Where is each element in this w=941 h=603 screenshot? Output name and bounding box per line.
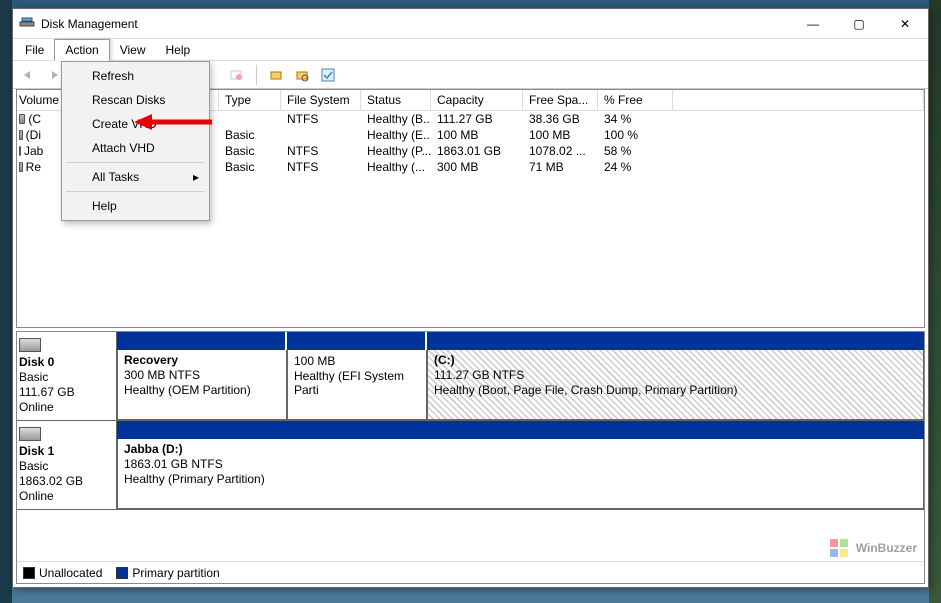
col-free[interactable]: Free Spa... bbox=[523, 90, 598, 111]
app-icon bbox=[19, 16, 35, 32]
disk-bar bbox=[117, 421, 924, 439]
disk-info[interactable]: Disk 0 Basic 111.67 GB Online bbox=[17, 332, 117, 420]
menu-attach-vhd[interactable]: Attach VHD bbox=[64, 136, 207, 160]
window-title: Disk Management bbox=[41, 17, 790, 31]
menu-rescan-disks[interactable]: Rescan Disks bbox=[64, 88, 207, 112]
drive-icon bbox=[19, 146, 21, 156]
menu-help[interactable]: Help bbox=[156, 39, 201, 60]
col-type[interactable]: Type bbox=[219, 90, 281, 111]
menu-action[interactable]: Action bbox=[54, 39, 109, 61]
drive-icon bbox=[19, 114, 25, 124]
volume-row[interactable]: Jab bbox=[17, 143, 47, 159]
action-dropdown: Refresh Rescan Disks Create VHD Attach V… bbox=[61, 61, 210, 221]
disk-icon bbox=[19, 427, 41, 441]
disk-management-window: Disk Management — ▢ ✕ File Action View H… bbox=[12, 8, 929, 588]
volume-row[interactable]: (Di bbox=[17, 127, 47, 143]
close-button[interactable]: ✕ bbox=[882, 9, 928, 39]
partition-c[interactable]: (C:) 111.27 GB NTFS Healthy (Boot, Page … bbox=[427, 350, 924, 420]
legend: Unallocated Primary partition bbox=[17, 561, 924, 583]
partition-efi[interactable]: 100 MB Healthy (EFI System Parti bbox=[287, 350, 427, 420]
watermark: WinBuzzer bbox=[828, 537, 917, 559]
minimize-button[interactable]: — bbox=[790, 9, 836, 39]
titlebar: Disk Management — ▢ ✕ bbox=[13, 9, 928, 39]
disk-row: Disk 0 Basic 111.67 GB Online Recovery bbox=[17, 332, 924, 421]
toolbar-separator bbox=[256, 65, 257, 85]
legend-unallocated: Unallocated bbox=[23, 566, 102, 580]
disk-icon bbox=[19, 338, 41, 352]
col-pct[interactable]: % Free bbox=[598, 90, 673, 111]
settings-icon[interactable] bbox=[317, 64, 339, 86]
disk-row: Disk 1 Basic 1863.02 GB Online Jabba (D:… bbox=[17, 421, 924, 510]
back-button[interactable] bbox=[17, 64, 39, 86]
partition-recovery[interactable]: Recovery 300 MB NTFS Healthy (OEM Partit… bbox=[117, 350, 287, 420]
volume-row[interactable]: (C bbox=[17, 111, 47, 127]
menu-separator bbox=[66, 162, 205, 163]
menu-refresh[interactable]: Refresh bbox=[64, 64, 207, 88]
menu-separator bbox=[66, 191, 205, 192]
drive-icon bbox=[19, 130, 23, 140]
maximize-button[interactable]: ▢ bbox=[836, 9, 882, 39]
refresh-icon[interactable] bbox=[265, 64, 287, 86]
col-status[interactable]: Status bbox=[361, 90, 431, 111]
menu-view[interactable]: View bbox=[110, 39, 156, 60]
properties-icon[interactable] bbox=[291, 64, 313, 86]
partition-d[interactable]: Jabba (D:) 1863.01 GB NTFS Healthy (Prim… bbox=[117, 439, 924, 509]
toolbar-icon-1[interactable] bbox=[226, 64, 248, 86]
disk-info[interactable]: Disk 1 Basic 1863.02 GB Online bbox=[17, 421, 117, 509]
col-empty bbox=[673, 90, 924, 111]
menubar: File Action View Help bbox=[13, 39, 928, 61]
col-capacity[interactable]: Capacity bbox=[431, 90, 523, 111]
legend-primary: Primary partition bbox=[116, 566, 219, 580]
disk-bar bbox=[117, 332, 924, 350]
disk-graphic-pane: Disk 0 Basic 111.67 GB Online Recovery bbox=[16, 331, 925, 584]
menu-all-tasks[interactable]: All Tasks▸ bbox=[64, 165, 207, 189]
menu-create-vhd[interactable]: Create VHD bbox=[64, 112, 207, 136]
winbuzzer-icon bbox=[828, 537, 850, 559]
chevron-right-icon: ▸ bbox=[193, 170, 199, 184]
drive-icon bbox=[19, 162, 23, 172]
col-filesystem[interactable]: File System bbox=[281, 90, 361, 111]
menu-file[interactable]: File bbox=[15, 39, 54, 60]
volume-row[interactable]: Re bbox=[17, 159, 47, 175]
menu-help-item[interactable]: Help bbox=[64, 194, 207, 218]
